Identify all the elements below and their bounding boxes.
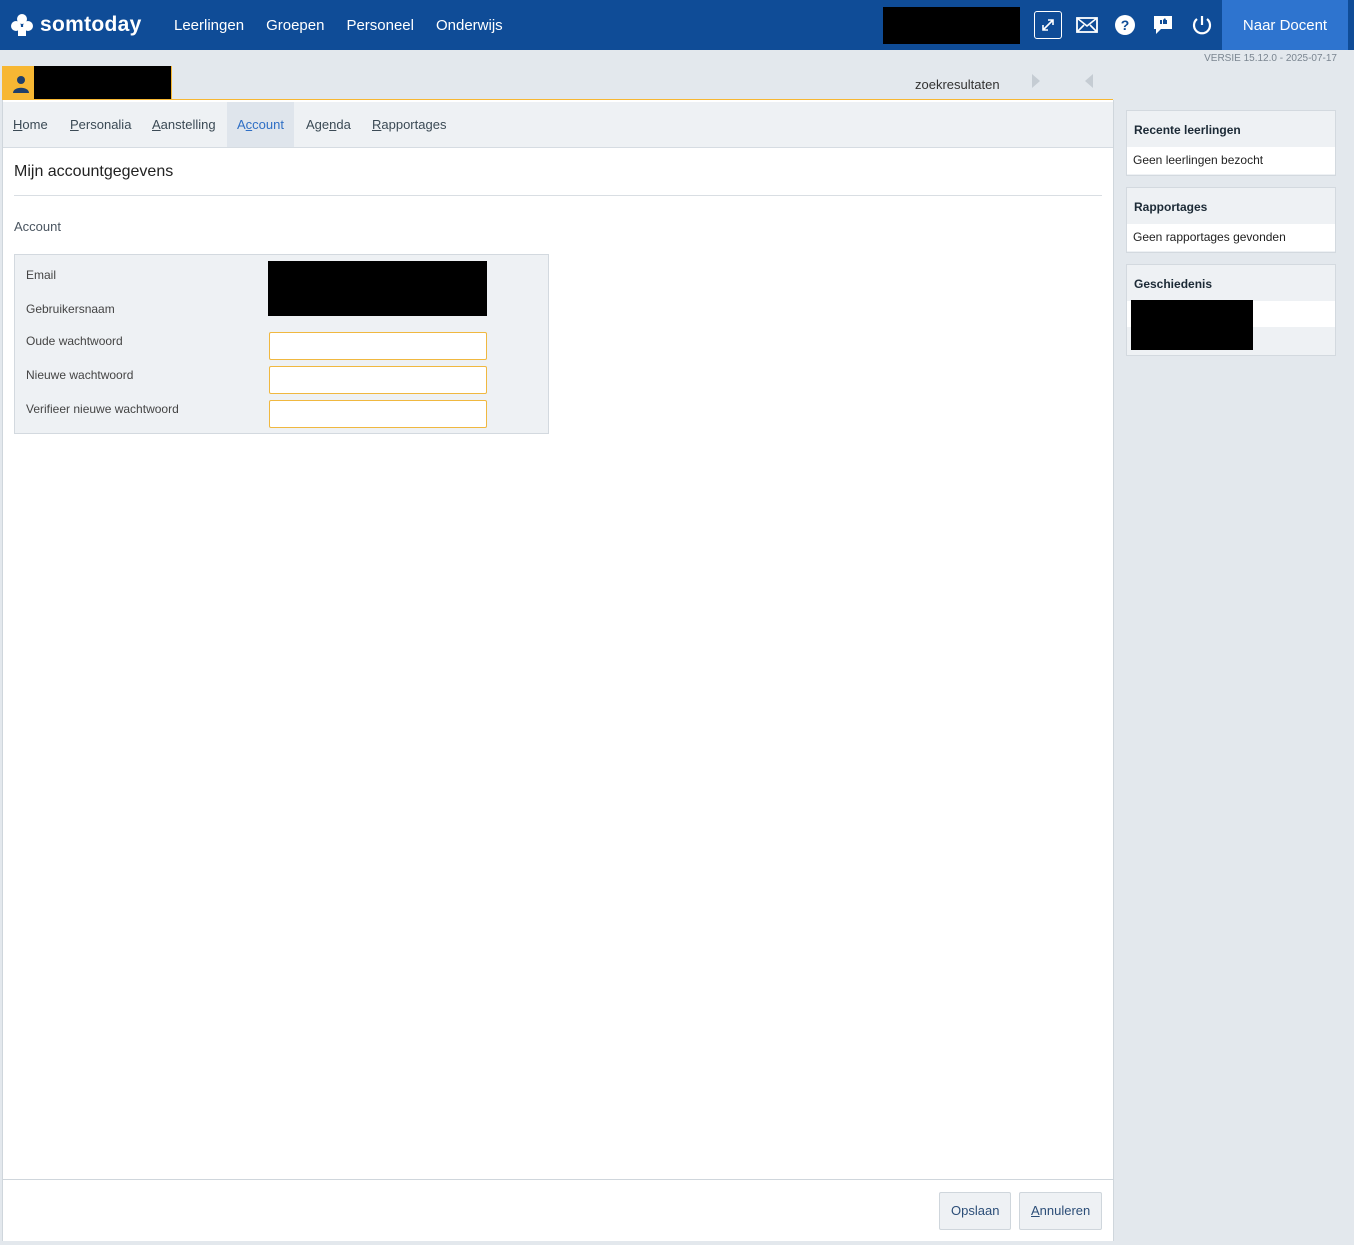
title-divider bbox=[14, 195, 1102, 196]
old-password-label: Oude wachtwoord bbox=[26, 334, 123, 348]
expand-icon bbox=[1042, 19, 1054, 31]
help-button[interactable]: ? bbox=[1110, 10, 1140, 40]
top-bar: somtoday Leerlingen Groepen Personeel On… bbox=[0, 0, 1354, 50]
logo-icon bbox=[11, 14, 33, 36]
somtoday-logo[interactable]: somtoday bbox=[10, 10, 142, 40]
svg-text:?: ? bbox=[1121, 17, 1130, 33]
verify-password-label: Verifieer nieuwe wachtwoord bbox=[26, 402, 179, 416]
main-nav: Leerlingen Groepen Personeel Onderwijs bbox=[174, 0, 525, 50]
redacted-person-name bbox=[34, 66, 171, 103]
history-title: Geschiedenis bbox=[1134, 277, 1213, 291]
mail-icon bbox=[1076, 17, 1098, 33]
section-title: Account bbox=[14, 219, 61, 234]
form-footer: Opslaan Annuleren bbox=[3, 1179, 1113, 1241]
new-password-label: Nieuwe wachtwoord bbox=[26, 368, 134, 382]
person-icon bbox=[13, 76, 29, 93]
tab-agenda[interactable]: Agenda bbox=[296, 102, 361, 147]
username-label: Gebruikersnaam bbox=[26, 302, 115, 316]
tab-home[interactable]: Home bbox=[3, 102, 58, 147]
tab-rapportages[interactable]: Rapportages bbox=[362, 102, 456, 147]
new-password-field[interactable] bbox=[269, 366, 487, 394]
verify-password-field[interactable] bbox=[269, 400, 487, 428]
logout-button[interactable] bbox=[1187, 10, 1217, 40]
nav-groepen[interactable]: Groepen bbox=[266, 17, 324, 34]
recent-students-panel: Recente leerlingen Geen leerlingen bezoc… bbox=[1126, 110, 1336, 176]
reports-body: Geen rapportages gevonden bbox=[1127, 224, 1335, 251]
previous-result-icon[interactable] bbox=[1082, 73, 1096, 89]
nav-onderwijs[interactable]: Onderwijs bbox=[436, 17, 503, 34]
account-form: Email Gebruikersnaam Oude wachtwoord Nie… bbox=[14, 254, 549, 434]
redacted-user-name bbox=[883, 7, 1020, 44]
tab-bar: Home Personalia Aanstelling Account Agen… bbox=[3, 102, 1113, 148]
feedback-icon bbox=[1154, 16, 1172, 34]
power-icon bbox=[1192, 16, 1212, 35]
reports-empty: Geen rapportages gevonden bbox=[1133, 230, 1286, 244]
recent-students-empty: Geen leerlingen bezocht bbox=[1133, 153, 1264, 167]
history-panel: Geschiedenis bbox=[1126, 264, 1336, 356]
reports-title: Rapportages bbox=[1134, 200, 1208, 214]
messages-button[interactable] bbox=[1072, 10, 1102, 40]
tab-account[interactable]: Account bbox=[227, 102, 294, 147]
old-password-field[interactable] bbox=[269, 332, 487, 360]
feedback-button[interactable] bbox=[1148, 10, 1178, 40]
nav-personeel[interactable]: Personeel bbox=[346, 17, 414, 34]
naar-docent-button[interactable]: Naar Docent bbox=[1222, 0, 1348, 50]
redacted-email-username bbox=[268, 261, 487, 316]
logo-text: somtoday bbox=[40, 13, 142, 36]
recent-students-title: Recente leerlingen bbox=[1134, 123, 1241, 137]
recent-students-body: Geen leerlingen bezocht bbox=[1127, 147, 1335, 174]
next-result-icon[interactable] bbox=[1029, 73, 1043, 89]
cancel-button[interactable]: Annuleren bbox=[1019, 1192, 1103, 1230]
main-panel: Home Personalia Aanstelling Account Agen… bbox=[2, 100, 1114, 1241]
email-label: Email bbox=[26, 268, 57, 282]
nav-leerlingen[interactable]: Leerlingen bbox=[174, 17, 244, 34]
save-button[interactable]: Opslaan bbox=[939, 1192, 1012, 1230]
redacted-history-entry bbox=[1131, 300, 1253, 350]
search-results-label: zoekresultaten bbox=[915, 77, 1000, 92]
version-label: VERSIE 15.12.0 - 2025-07-17 bbox=[1204, 53, 1337, 64]
page-title: Mijn accountgegevens bbox=[14, 163, 174, 180]
tab-aanstelling[interactable]: Aanstelling bbox=[142, 102, 226, 147]
reports-panel: Rapportages Geen rapportages gevonden bbox=[1126, 187, 1336, 253]
fullscreen-button[interactable] bbox=[1034, 11, 1062, 39]
help-icon: ? bbox=[1115, 15, 1135, 35]
tab-personalia[interactable]: Personalia bbox=[60, 102, 141, 147]
